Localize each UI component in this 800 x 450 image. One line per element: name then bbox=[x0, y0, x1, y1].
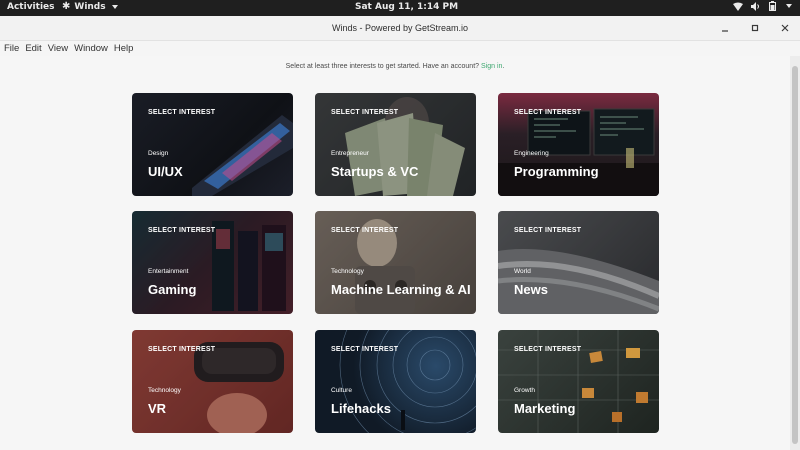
app-menu-button[interactable]: ✱ Winds bbox=[62, 1, 118, 12]
card-title: Startups & VC bbox=[331, 164, 419, 179]
interest-card-uiux[interactable]: SELECT INTEREST Design UI/UX bbox=[132, 93, 293, 196]
scrollbar-thumb[interactable] bbox=[792, 66, 798, 444]
onboarding-content: Select at least three interests to get s… bbox=[0, 56, 790, 450]
card-category: Engineering bbox=[514, 150, 549, 157]
maximize-icon bbox=[751, 24, 759, 32]
select-interest-label: SELECT INTEREST bbox=[514, 346, 582, 353]
wifi-icon bbox=[733, 2, 743, 11]
prompt-end: . bbox=[502, 63, 505, 70]
app-window: Winds - Powered by GetStream.io File Edi… bbox=[0, 16, 800, 450]
menu-window[interactable]: Window bbox=[74, 41, 112, 56]
select-interest-label: SELECT INTEREST bbox=[331, 109, 399, 116]
interest-card-lifehacks[interactable]: SELECT INTEREST Culture Lifehacks bbox=[315, 330, 476, 433]
window-title: Winds - Powered by GetStream.io bbox=[331, 23, 469, 33]
select-interest-label: SELECT INTEREST bbox=[514, 227, 582, 234]
minimize-button[interactable] bbox=[719, 21, 731, 35]
chevron-down-icon bbox=[111, 4, 118, 9]
interest-card-marketing[interactable]: SELECT INTEREST Growth Marketing bbox=[498, 330, 659, 433]
card-title: VR bbox=[148, 401, 167, 416]
card-category: Technology bbox=[148, 387, 181, 394]
menu-file[interactable]: File bbox=[4, 41, 23, 56]
gnome-top-bar: Activities ✱ Winds Sat Aug 11, 1:14 PM bbox=[0, 0, 800, 16]
card-category: Design bbox=[148, 150, 169, 157]
select-interest-label: SELECT INTEREST bbox=[148, 109, 216, 116]
interest-prompt: Select at least three interests to get s… bbox=[0, 63, 790, 70]
window-titlebar[interactable]: Winds - Powered by GetStream.io bbox=[0, 16, 800, 41]
select-interest-label: SELECT INTEREST bbox=[514, 109, 582, 116]
interest-card-gaming[interactable]: SELECT INTEREST Entertainment Gaming bbox=[132, 211, 293, 314]
menu-bar: File Edit View Window Help bbox=[0, 41, 800, 56]
card-category: Technology bbox=[331, 268, 364, 275]
interest-card-programming[interactable]: SELECT INTEREST Engineering Programming bbox=[498, 93, 659, 196]
card-category: Entertainment bbox=[148, 268, 189, 275]
battery-icon bbox=[769, 1, 776, 11]
menu-help[interactable]: Help bbox=[114, 41, 138, 56]
menu-view[interactable]: View bbox=[48, 41, 72, 56]
vertical-scrollbar[interactable] bbox=[790, 56, 800, 450]
sign-in-link[interactable]: Sign in bbox=[481, 63, 502, 70]
interest-card-machine-learning[interactable]: SELECT INTEREST Technology Machine Learn… bbox=[315, 211, 476, 314]
close-button[interactable] bbox=[779, 21, 791, 35]
card-category: Culture bbox=[331, 387, 352, 394]
app-menu-label: Winds bbox=[74, 1, 106, 12]
clock[interactable]: Sat Aug 11, 1:14 PM bbox=[355, 2, 458, 12]
card-title: Programming bbox=[514, 164, 599, 179]
select-interest-label: SELECT INTEREST bbox=[331, 346, 399, 353]
close-icon bbox=[781, 24, 789, 32]
select-interest-label: SELECT INTEREST bbox=[331, 227, 399, 234]
gear-icon: ✱ bbox=[62, 1, 71, 12]
card-title: Marketing bbox=[514, 401, 576, 416]
maximize-button[interactable] bbox=[749, 21, 761, 35]
card-title: Gaming bbox=[148, 282, 197, 297]
activities-button[interactable]: Activities bbox=[7, 2, 55, 12]
volume-icon bbox=[751, 1, 759, 11]
select-interest-label: SELECT INTEREST bbox=[148, 227, 216, 234]
card-title: News bbox=[514, 282, 548, 297]
card-title: Lifehacks bbox=[331, 401, 391, 416]
card-category: Growth bbox=[514, 387, 535, 394]
menu-edit[interactable]: Edit bbox=[25, 41, 45, 56]
prompt-text: Select at least three interests to get s… bbox=[285, 63, 481, 70]
interest-card-vr[interactable]: SELECT INTEREST Technology VR bbox=[132, 330, 293, 433]
system-tray[interactable] bbox=[733, 1, 792, 11]
interest-card-startups[interactable]: SELECT INTEREST Entrepreneur Startups & … bbox=[315, 93, 476, 196]
interest-card-news[interactable]: SELECT INTEREST World News bbox=[498, 211, 659, 314]
minimize-icon bbox=[722, 30, 728, 32]
card-title: UI/UX bbox=[148, 164, 183, 179]
chevron-down-icon bbox=[786, 4, 792, 8]
select-interest-label: SELECT INTEREST bbox=[148, 346, 216, 353]
card-category: Entrepreneur bbox=[331, 150, 369, 157]
card-title: Machine Learning & AI bbox=[331, 282, 471, 297]
card-category: World bbox=[514, 268, 531, 275]
